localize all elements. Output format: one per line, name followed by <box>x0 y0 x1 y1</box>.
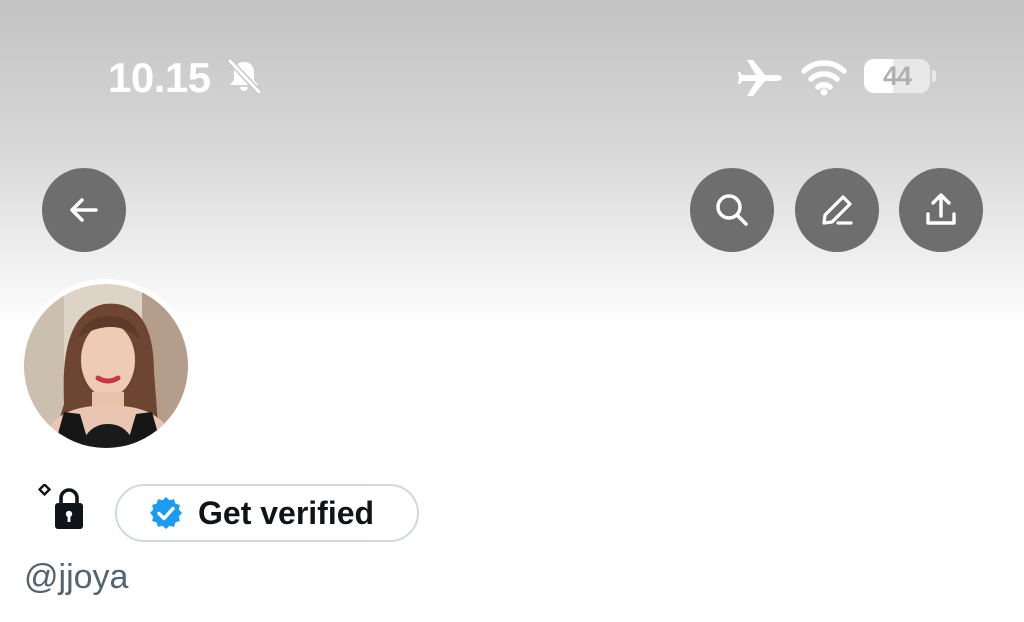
airplane-icon <box>738 58 784 98</box>
avatar[interactable] <box>19 279 193 453</box>
back-button[interactable] <box>42 168 126 252</box>
pencil-icon <box>822 195 853 225</box>
profile-handle: @jjoya <box>24 558 129 596</box>
share-button[interactable] <box>899 168 983 252</box>
share-icon <box>926 193 956 225</box>
lock-icon <box>36 482 90 532</box>
battery-icon: 44 <box>864 59 930 93</box>
status-bar: 10.15 44 <box>0 0 1024 150</box>
arrow-left-icon <box>70 198 98 222</box>
avatar-photo <box>24 284 188 448</box>
verified-badge-icon <box>150 497 182 529</box>
battery-level-label: 44 <box>882 61 912 91</box>
status-time: 10.15 <box>108 54 211 101</box>
get-verified-label: Get verified <box>198 494 375 531</box>
search-icon <box>716 194 748 226</box>
bell-slash-icon <box>224 56 264 96</box>
search-button[interactable] <box>690 168 774 252</box>
wifi-icon <box>801 58 847 96</box>
get-verified-button[interactable]: Get verified <box>115 484 419 542</box>
battery-tip <box>932 70 936 82</box>
edit-profile-button[interactable] <box>795 168 879 252</box>
